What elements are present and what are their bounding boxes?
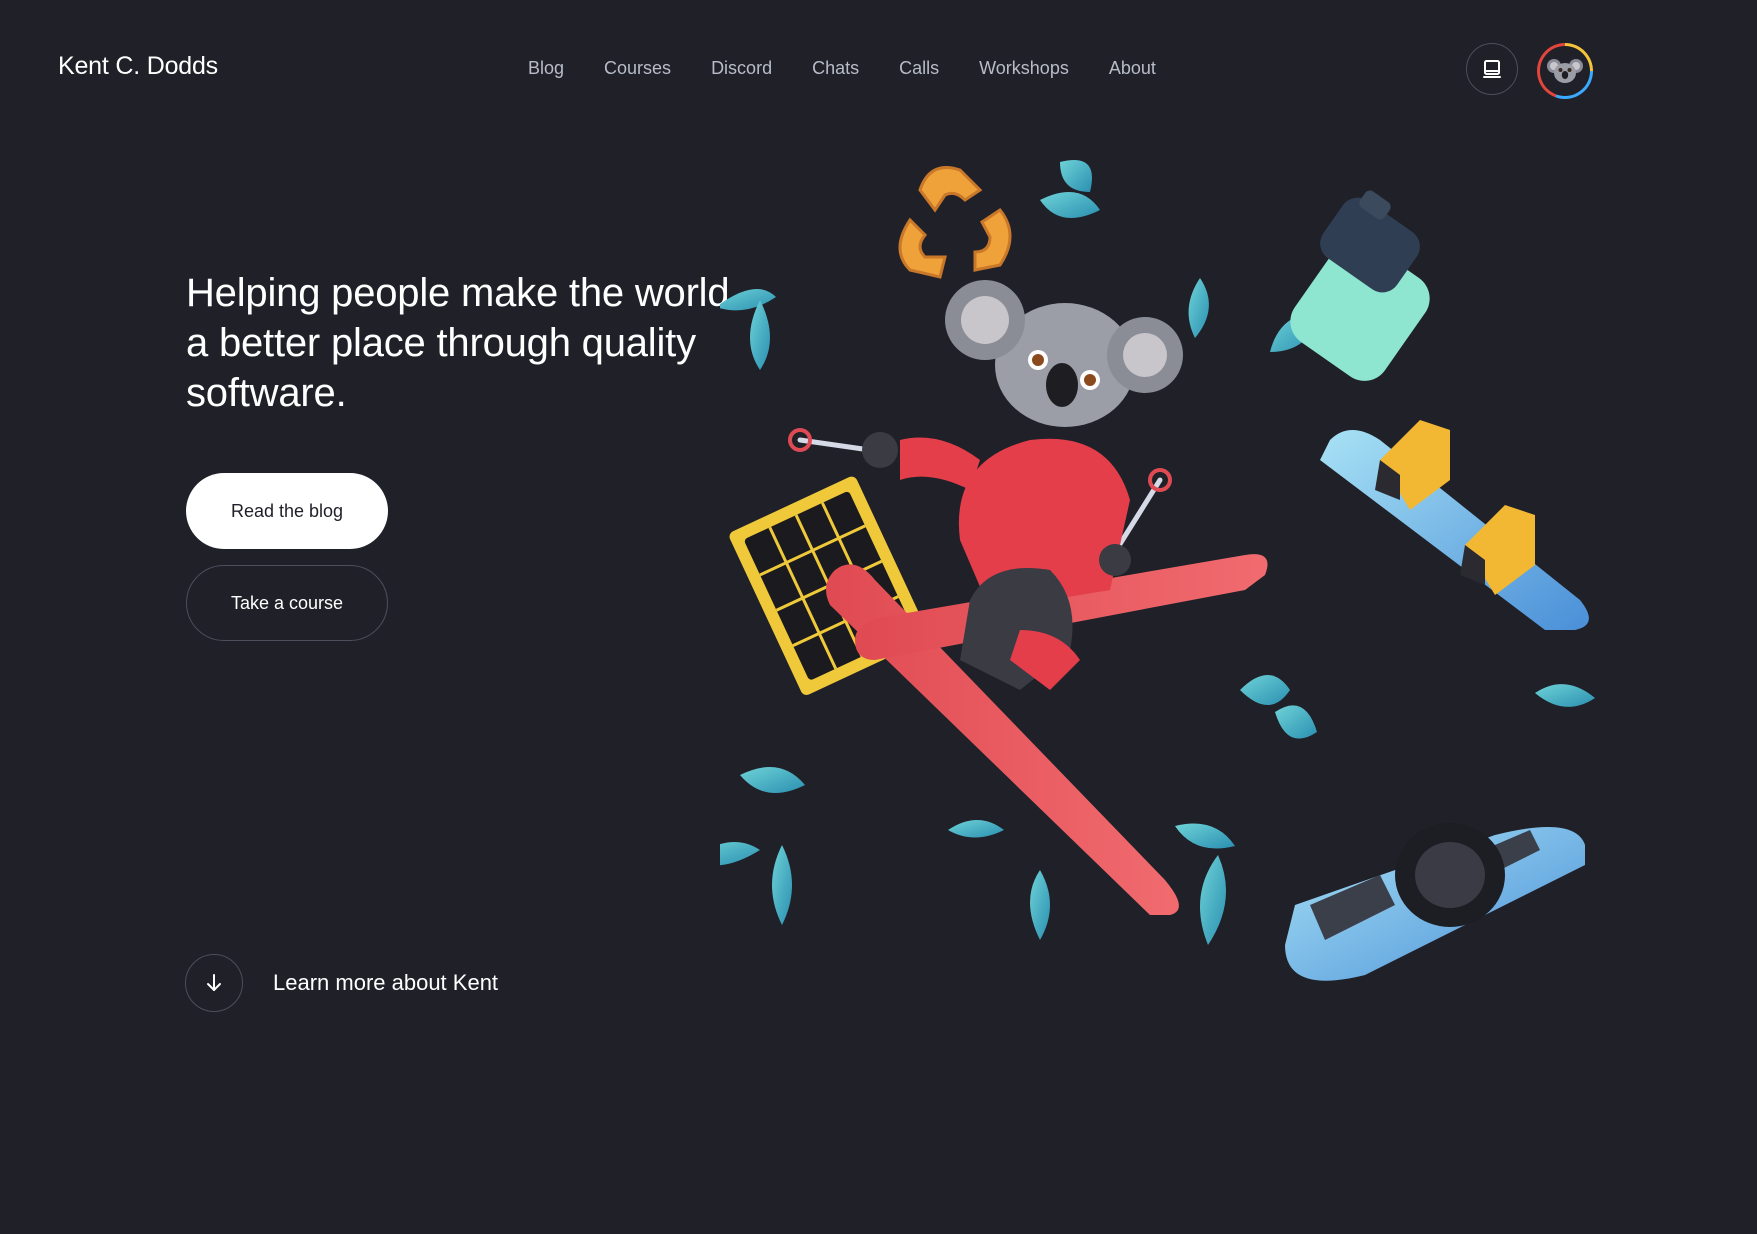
take-course-button[interactable]: Take a course (186, 565, 388, 641)
learn-more-label: Learn more about Kent (273, 970, 499, 995)
page: Kent C. Dodds Blog Courses Discord Chats… (0, 0, 1757, 1234)
hero-title: Helping people make the world a better p… (186, 271, 730, 415)
nav-link-blog[interactable]: Blog (528, 58, 564, 79)
nav-link-calls[interactable]: Calls (899, 58, 939, 79)
learn-more-circle (185, 954, 243, 1012)
read-blog-button[interactable]: Read the blog (186, 473, 388, 549)
recycle-icon (898, 166, 1012, 279)
laptop-icon (1483, 60, 1501, 78)
snowboard-icon (1320, 420, 1589, 630)
onewheel-icon (1285, 823, 1585, 981)
battery-icon (1290, 190, 1430, 381)
theme-toggle-button[interactable] (1466, 43, 1518, 95)
koala-avatar-icon (1547, 59, 1583, 83)
koala-skiing-illustration (720, 160, 1595, 981)
nav-link-about[interactable]: About (1109, 58, 1156, 79)
user-avatar-button[interactable] (1537, 43, 1593, 99)
brand-logo-link[interactable]: Kent C. Dodds (58, 52, 218, 81)
learn-more-link[interactable]: Learn more about Kent (185, 954, 498, 1012)
avatar (1540, 46, 1590, 96)
main-nav: Blog Courses Discord Chats Calls Worksho… (528, 58, 1156, 79)
arrow-down-icon (207, 974, 221, 991)
nav-link-discord[interactable]: Discord (711, 58, 772, 79)
nav-link-workshops[interactable]: Workshops (979, 58, 1069, 79)
nav-link-courses[interactable]: Courses (604, 58, 671, 79)
nav-link-chats[interactable]: Chats (812, 58, 859, 79)
